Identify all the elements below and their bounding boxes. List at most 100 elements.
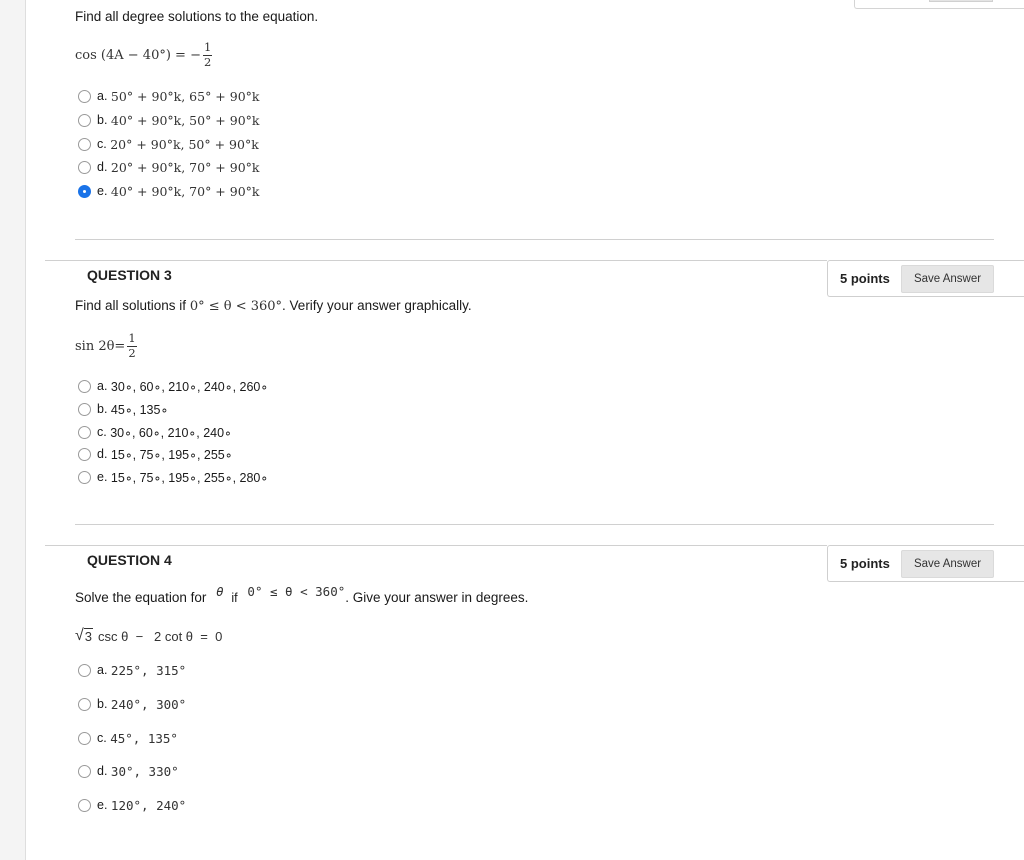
radio-button[interactable] — [78, 402, 91, 416]
q3-option-a[interactable]: a. 30∘, 60∘, 210∘, 240∘, 260∘ — [78, 376, 268, 396]
option-letter: e. — [97, 798, 108, 812]
option-letter: d. — [97, 447, 108, 461]
q3-option-b[interactable]: b. 45∘, 135∘ — [78, 399, 168, 419]
q3-prompt-prefix: Find all solutions if — [75, 298, 190, 313]
q2-equation-lhs: cos (4A − 40°) = − — [75, 47, 201, 63]
option-value: 225°, 315° — [110, 662, 187, 678]
q3-prompt-condition: 0° ≤ θ < 360° — [189, 299, 283, 314]
q3-equation-lhs: sin 2θ= — [75, 338, 126, 354]
q4-save-answer-button[interactable]: Save Answer — [901, 550, 994, 578]
option-value: 40° + 90°k, 70° + 90°k — [110, 183, 260, 199]
option-value: 45∘, 135∘ — [110, 402, 169, 417]
radio-button[interactable] — [78, 137, 91, 151]
radio-button[interactable] — [78, 89, 91, 103]
q3-equation-fraction: 1 2 — [127, 331, 137, 360]
q4-sqrt: √ 3 — [75, 627, 94, 644]
option-letter: c. — [97, 137, 107, 151]
radio-button[interactable] — [78, 470, 91, 484]
option-value: 20° + 90°k, 50° + 90°k — [110, 136, 259, 152]
q4-equation-rest: csc θ − 2 cot θ = 0 — [98, 628, 223, 644]
question-divider — [75, 524, 994, 525]
q3-option-e[interactable]: e. 15∘, 75∘, 195∘, 255∘, 280∘ — [78, 467, 268, 487]
question-header-rule — [45, 545, 827, 546]
radio-button[interactable] — [78, 731, 91, 745]
q3-equation: sin 2θ= 1 2 — [75, 331, 137, 360]
q3-save-answer-button[interactable]: Save Answer — [901, 265, 994, 293]
sqrt-sign: √ — [75, 627, 84, 644]
prev-points-box — [854, 0, 1024, 9]
question-divider — [75, 239, 994, 240]
option-letter: b. — [97, 402, 108, 416]
option-value: 45°, 135° — [110, 730, 178, 746]
q2-frac-den: 2 — [203, 54, 212, 69]
radio-button[interactable] — [78, 764, 91, 778]
q4-prompt-theta: θ — [216, 584, 224, 599]
option-letter: e. — [97, 470, 108, 484]
option-letter: c. — [97, 425, 107, 439]
radio-button[interactable] — [78, 697, 91, 711]
q4-option-e[interactable]: e. 120°, 240° — [78, 795, 186, 815]
option-letter: a. — [97, 379, 108, 393]
q2-option-a[interactable]: a. 50° + 90°k, 65° + 90°k — [78, 86, 259, 106]
prev-save-answer-button[interactable] — [929, 0, 993, 2]
q4-points-box: 5 points Save Answer — [827, 545, 1024, 582]
radio-button[interactable] — [78, 798, 91, 812]
radio-button[interactable] — [78, 425, 91, 439]
q4-option-c[interactable]: c. 45°, 135° — [78, 728, 178, 748]
option-value: 15∘, 75∘, 195∘, 255∘ — [110, 447, 233, 462]
q2-option-e[interactable]: e. 40° + 90°k, 70° + 90°k — [78, 181, 259, 201]
option-value: 15∘, 75∘, 195∘, 255∘, 280∘ — [110, 470, 269, 485]
option-value: 50° + 90°k, 65° + 90°k — [110, 88, 260, 104]
q2-option-c[interactable]: c. 20° + 90°k, 50° + 90°k — [78, 134, 259, 154]
q4-title: QUESTION 4 — [87, 552, 172, 568]
q4-equation: √ 3 csc θ − 2 cot θ = 0 — [75, 627, 223, 645]
option-value: 240°, 300° — [110, 696, 187, 712]
q3-title: QUESTION 3 — [87, 267, 172, 283]
option-value: 30°, 330° — [110, 763, 179, 779]
q4-points: 5 points — [840, 556, 890, 571]
option-letter: c. — [97, 731, 107, 745]
radio-button[interactable] — [78, 447, 91, 461]
q4-prompt-if: if — [231, 591, 238, 605]
q3-option-d[interactable]: d. 15∘, 75∘, 195∘, 255∘ — [78, 444, 233, 464]
radio-button[interactable] — [78, 663, 91, 677]
q2-equation-fraction: 1 2 — [202, 40, 213, 69]
q4-radicand: 3 — [83, 628, 94, 644]
option-value: 40° + 90°k, 50° + 90°k — [110, 112, 260, 128]
option-letter: e. — [97, 184, 108, 198]
q2-prompt: Find all degree solutions to the equatio… — [75, 9, 319, 24]
q4-option-b[interactable]: b. 240°, 300° — [78, 694, 186, 714]
q4-prompt-suffix: . Give your answer in degrees. — [345, 590, 529, 605]
option-value: 30∘, 60∘, 210∘, 240∘, 260∘ — [110, 379, 269, 394]
q4-prompt-condition: 0° ≤ θ < 360° — [247, 584, 346, 599]
q4-prompt: Solve the equation for θ if 0° ≤ θ < 360… — [75, 584, 528, 605]
q2-frac-num: 1 — [202, 40, 213, 56]
option-value: 120°, 240° — [110, 797, 187, 813]
question-header-rule — [45, 260, 827, 261]
q4-option-a[interactable]: a. 225°, 315° — [78, 660, 186, 680]
q3-prompt-suffix: . Verify your answer graphically. — [282, 298, 472, 313]
q2-option-d[interactable]: d. 20° + 90°k, 70° + 90°k — [78, 157, 259, 177]
q3-points-box: 5 points Save Answer — [827, 260, 1024, 297]
radio-button[interactable] — [78, 379, 91, 393]
option-letter: a. — [97, 663, 108, 677]
q3-frac-den: 2 — [128, 345, 136, 360]
radio-button[interactable] — [78, 113, 91, 127]
q3-frac-num: 1 — [127, 331, 137, 347]
option-letter: a. — [97, 89, 108, 103]
q2-option-b[interactable]: b. 40° + 90°k, 50° + 90°k — [78, 110, 259, 130]
q4-prompt-prefix: Solve the equation for — [75, 590, 207, 605]
option-value: 20° + 90°k, 70° + 90°k — [110, 159, 260, 175]
option-value: 30∘, 60∘, 210∘, 240∘ — [110, 425, 232, 440]
option-letter: b. — [97, 697, 108, 711]
q4-option-d[interactable]: d. 30°, 330° — [78, 761, 179, 781]
q3-points: 5 points — [840, 271, 890, 286]
left-gutter — [0, 0, 26, 860]
q3-option-c[interactable]: c. 30∘, 60∘, 210∘, 240∘ — [78, 422, 232, 442]
option-letter: d. — [97, 764, 108, 778]
option-letter: b. — [97, 113, 108, 127]
radio-button-selected[interactable] — [78, 184, 91, 198]
q3-prompt: Find all solutions if 0° ≤ θ < 360°. Ver… — [75, 298, 472, 314]
radio-button[interactable] — [78, 160, 91, 174]
q2-equation: cos (4A − 40°) = − 1 2 — [75, 40, 213, 69]
